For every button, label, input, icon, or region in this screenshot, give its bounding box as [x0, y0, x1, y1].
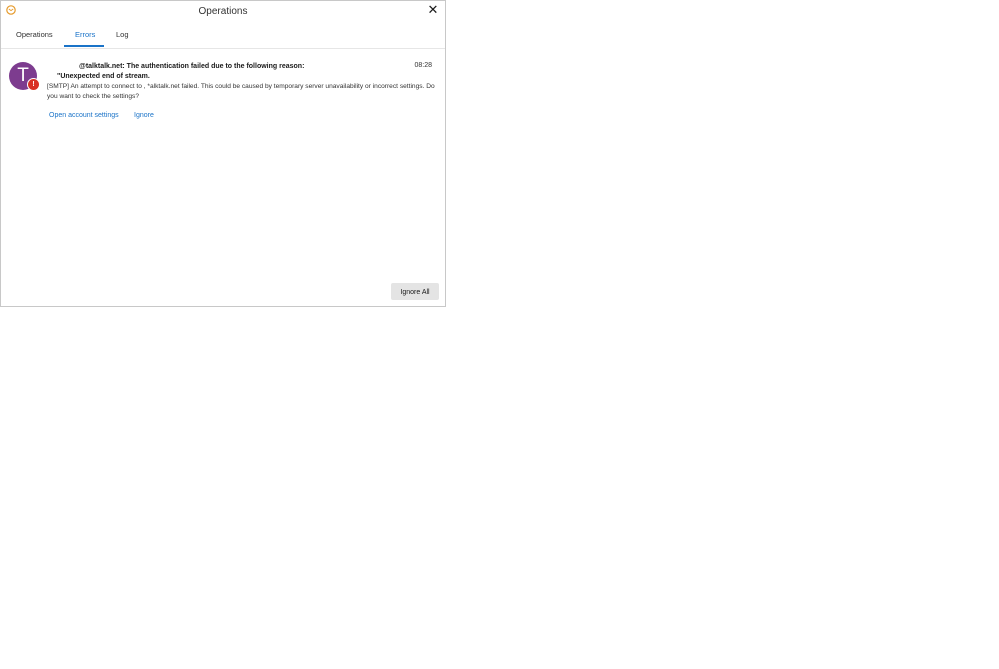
error-title-line2: "Unexpected end of stream.: [57, 72, 150, 80]
redacted-username: x: [47, 62, 79, 72]
window-title: Operations: [198, 6, 248, 17]
tab-operations[interactable]: Operations: [16, 30, 53, 47]
error-timestamp: 08:28: [414, 62, 432, 69]
error-title: x@talktalk.net: The authentication faile…: [47, 62, 347, 81]
operations-window: Operations ✕ Operations Errors Log T ! x…: [0, 0, 446, 307]
ignore-all-button[interactable]: Ignore All: [391, 283, 439, 300]
warning-icon: !: [27, 78, 40, 91]
ignore-link[interactable]: Ignore: [134, 112, 154, 119]
close-icon[interactable]: ✕: [427, 3, 439, 16]
error-list-item: T ! x@talktalk.net: The authentication f…: [1, 57, 445, 127]
tab-log[interactable]: Log: [116, 30, 129, 47]
title-bar: Operations ✕: [1, 1, 445, 21]
open-account-settings-link[interactable]: Open account settings: [49, 112, 119, 119]
active-tab-indicator: [64, 45, 104, 47]
error-message: [SMTP] An attempt to connect to , *alkta…: [47, 83, 435, 100]
error-title-line1: @talktalk.net: The authentication failed…: [79, 63, 305, 70]
